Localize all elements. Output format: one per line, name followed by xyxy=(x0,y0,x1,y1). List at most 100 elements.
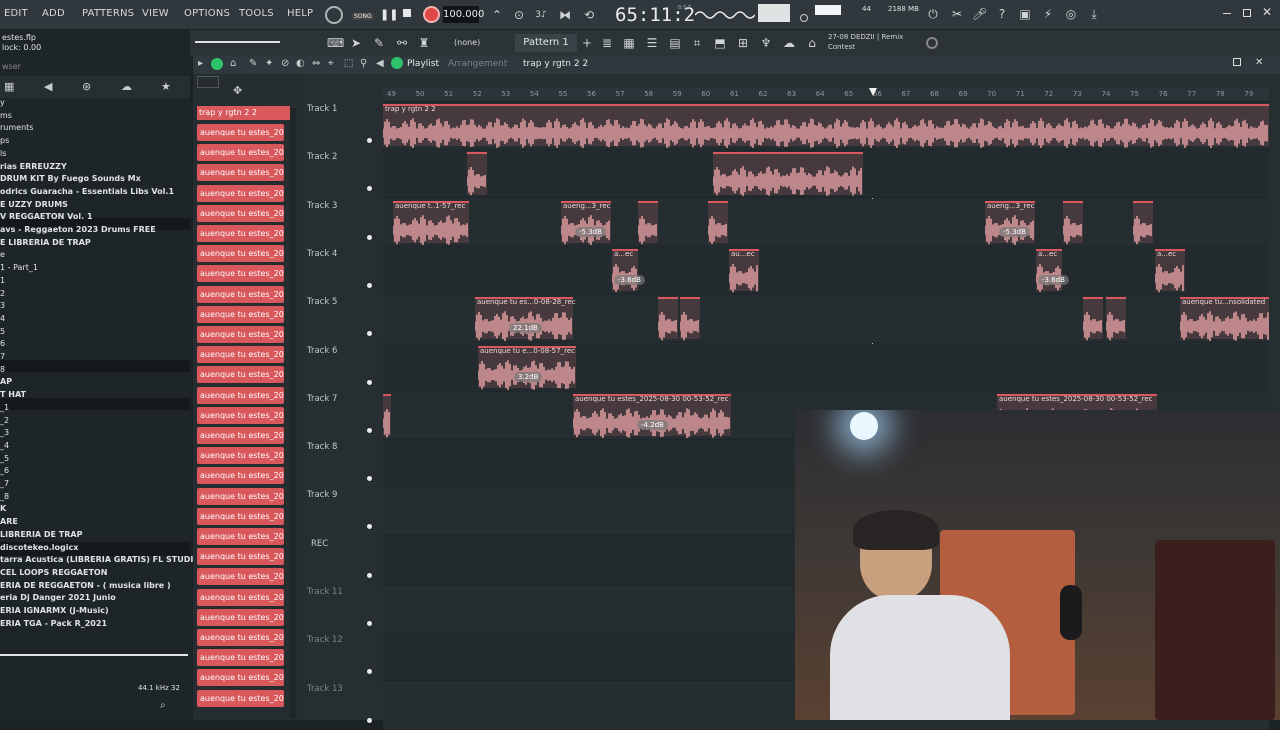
plugin-picker-icon[interactable]: ⬒ xyxy=(713,36,727,50)
track-header[interactable]: Track 9 xyxy=(307,490,385,500)
browser-item[interactable]: discotekeo.logicx xyxy=(0,543,78,552)
timeline-ruler[interactable]: 49 50 51 52 53 54 55 56 57 58 59 60 61 62 63 64 65 66 67 68… xyxy=(383,88,1269,102)
channel-rack-icon[interactable]: ▦ xyxy=(622,36,636,50)
track-header[interactable]: Track 8 xyxy=(307,442,385,452)
audio-clip[interactable]: trap y rgtn 2 2 xyxy=(383,104,1269,149)
keyboard-icon[interactable]: ⌨ xyxy=(327,36,344,50)
browser-item[interactable]: 6 xyxy=(0,339,5,348)
track-mute-icon[interactable] xyxy=(367,282,372,288)
browser-item[interactable]: tarra Acustica (LIBRERIA GRATIS) FL STUD… xyxy=(0,555,226,564)
browser-item[interactable]: ms xyxy=(0,111,12,120)
stamp-icon[interactable]: ♜ xyxy=(417,36,431,50)
track-header[interactable]: Track 7 xyxy=(307,394,385,404)
picker-clip-item[interactable]: auenque tu estes_2025- xyxy=(197,204,284,222)
speaker-icon[interactable]: ◀ xyxy=(44,80,52,93)
picker-clip-item[interactable]: auenque tu estes_2025- xyxy=(197,144,284,162)
blend-notes-icon[interactable]: ⧓ xyxy=(558,8,572,22)
picker-clip-item[interactable]: auenque tu estes_2025- xyxy=(197,649,284,667)
browser-item[interactable]: E LIBRERIA DE TRAP xyxy=(0,238,91,247)
shop-icon[interactable]: ⌂ xyxy=(805,36,819,50)
picker-clip-item[interactable]: auenque tu estes_2025- xyxy=(197,608,284,626)
audio-clip[interactable]: auenque tu estes_2025-08-30 00-53-52_rec… xyxy=(573,393,731,438)
microphone-icon[interactable]: 🎤︎ xyxy=(972,7,987,21)
pattern-selector[interactable]: Pattern 1 xyxy=(515,34,577,52)
picker-clip-item[interactable]: auenque tu estes_2025- xyxy=(197,346,284,364)
browser-item[interactable]: 8 xyxy=(0,365,5,374)
audio-clip[interactable]: a...ec -3.6dB xyxy=(612,248,645,293)
browser-item[interactable]: avs - Reggaeton 2023 Drums FREE xyxy=(0,225,156,234)
track-mute-icon[interactable] xyxy=(367,572,372,578)
browser-item[interactable]: V REGGAETON Vol. 1 xyxy=(0,212,93,221)
picker-clip-item[interactable]: auenque tu estes_2025- xyxy=(197,366,284,384)
menu-tools[interactable]: TOOLS xyxy=(239,8,274,19)
magnet-icon[interactable]: ⌂ xyxy=(230,58,236,69)
audio-clip[interactable]: au...ec xyxy=(729,248,759,293)
picker-clip-item[interactable]: auenque tu estes_2025- xyxy=(197,285,284,303)
audio-clip[interactable] xyxy=(1133,200,1153,244)
snap-selector[interactable]: (none) xyxy=(454,38,480,47)
browser-item[interactable]: _7 xyxy=(0,479,9,488)
track-mute-icon[interactable] xyxy=(367,186,372,192)
picker-clip-item[interactable]: auenque tu estes_2025- xyxy=(197,184,284,202)
wait-input-icon[interactable]: ⊙ xyxy=(512,8,526,22)
browser-item[interactable]: 3 xyxy=(0,301,5,310)
play-button[interactable]: ❚❚ xyxy=(380,8,398,21)
audio-clip[interactable]: a...ec -3.6dB xyxy=(1036,248,1069,293)
track-mute-icon[interactable] xyxy=(367,379,372,385)
audio-clip[interactable]: aueng...3_rec -5.3dB xyxy=(561,200,611,245)
menu-options[interactable]: OPTIONS xyxy=(184,8,230,19)
cloud-icon[interactable]: ☁ xyxy=(782,36,796,50)
arrangement-name[interactable]: trap y rgtn 2 2 xyxy=(523,59,588,69)
track-mute-icon[interactable] xyxy=(367,621,372,626)
browser-item[interactable]: _1 xyxy=(0,403,9,412)
clip-gain-badge[interactable]: 3.2dB xyxy=(514,371,543,382)
clip-gain-badge[interactable]: -3.6dB xyxy=(614,274,645,285)
picker-clip-item[interactable]: auenque tu estes_2025- xyxy=(197,629,284,646)
picker-clip-item[interactable]: auenque tu estes_2025- xyxy=(197,305,284,323)
plugin-db-icon[interactable]: ⊛ xyxy=(82,80,91,93)
picker-clip-item[interactable]: auenque tu estes_2025- xyxy=(197,588,284,606)
browser-item[interactable]: e xyxy=(0,250,5,259)
tools-icon[interactable]: ✂ xyxy=(950,7,964,21)
audio-clip[interactable] xyxy=(658,297,678,341)
browser-item[interactable]: _8 xyxy=(0,492,9,501)
menu-edit[interactable]: EDIT xyxy=(4,8,28,19)
track-mute-icon[interactable] xyxy=(367,331,372,337)
track-header[interactable]: Track 6 xyxy=(307,346,385,356)
track-header[interactable]: Track 2 xyxy=(307,152,385,162)
browser-item[interactable]: 4 xyxy=(0,314,5,323)
browser-item[interactable]: ruments xyxy=(0,123,33,132)
browser-item[interactable]: 7 xyxy=(0,352,5,361)
track-header[interactable]: Track 1 xyxy=(307,104,385,114)
search-icon[interactable]: ⌕ xyxy=(160,700,166,711)
browser-item[interactable]: _4 xyxy=(0,441,9,450)
clip-gain-badge[interactable]: -3.6dB xyxy=(1038,274,1069,285)
master-pitch-slider[interactable] xyxy=(195,41,280,43)
track-lane[interactable] xyxy=(383,246,1269,295)
draw-icon[interactable]: ✎ xyxy=(249,58,257,69)
picker-clip-item[interactable]: auenque tu estes_2025- xyxy=(197,528,284,545)
chat-icon[interactable]: ◎ xyxy=(1064,7,1078,21)
mixer-icon[interactable]: ☰ xyxy=(645,36,659,50)
pat-song-toggle-icon[interactable] xyxy=(325,6,343,24)
plugin-icon[interactable]: ⚡ xyxy=(1041,7,1055,21)
track-mute-icon[interactable] xyxy=(367,234,372,240)
browser-item[interactable]: _5 xyxy=(0,454,9,463)
track-mute-icon[interactable] xyxy=(367,476,372,482)
add-pattern-icon[interactable]: + xyxy=(580,36,594,50)
browser-item[interactable]: ERIA DE REGGAETON - ( musica libre ) xyxy=(0,581,171,590)
browser-item[interactable]: CEL LOOPS REGGAETON xyxy=(0,568,107,577)
close-icon[interactable]: ✕ xyxy=(1262,5,1272,19)
loop-record-icon[interactable]: ⟲ xyxy=(582,8,596,22)
audio-clip[interactable] xyxy=(1083,297,1103,341)
picker-clip-item[interactable]: auenque tu estes_2025- xyxy=(197,487,284,505)
browser-item[interactable]: 1 - Part_1 xyxy=(0,263,38,272)
browser-icon[interactable]: ⌗ xyxy=(690,36,704,50)
slice-icon[interactable]: ⌖ xyxy=(328,58,334,69)
picker-clip-item[interactable]: auenque tu estes_2025- xyxy=(197,326,284,343)
track-header[interactable]: Track 13 xyxy=(307,684,385,694)
maximize-icon[interactable] xyxy=(1243,9,1251,17)
track-mute-icon[interactable] xyxy=(367,717,372,723)
browser-item[interactable]: T HAT xyxy=(0,390,26,399)
picker-clip-item[interactable]: auenque tu estes_2025- xyxy=(197,447,284,465)
